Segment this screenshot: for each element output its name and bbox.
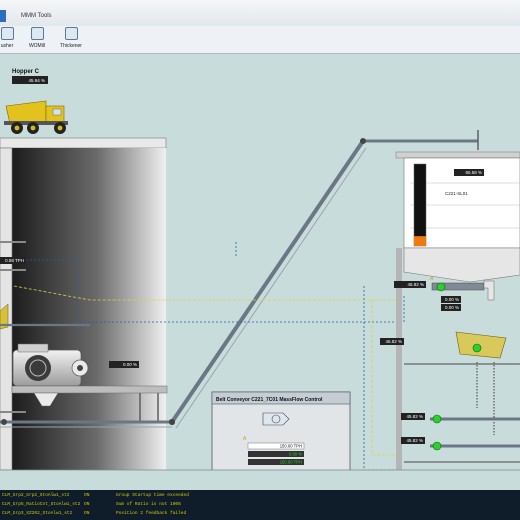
toolbar-button-label: WOMill — [28, 43, 46, 49]
crusher-machine-icon[interactable] — [12, 343, 89, 387]
alarm-list: CLM_Grp2_Grp2_StoAlw1_st2 ON Group Start… — [0, 490, 520, 520]
toolbar-button-label: Thickener — [60, 43, 82, 49]
screen-value3: 0.00 % — [445, 305, 459, 310]
mill-icon — [30, 27, 44, 40]
hopper-label: Hopper C — [12, 69, 40, 75]
crusher-value: 0.00 % — [123, 362, 137, 367]
crusher-icon — [0, 27, 14, 40]
left-level-value: 0.58 TPH — [5, 258, 24, 263]
bin-label: C221-SL01 — [445, 191, 468, 196]
output-value: 150.00 TPH — [280, 460, 302, 465]
alarm-state: ON — [84, 511, 90, 516]
panel-title: Belt Conveyor C221_7C01 MassFlow Control — [216, 397, 323, 403]
crusher-platform — [11, 385, 168, 394]
ground — [0, 470, 520, 490]
alarm-tag: CLM_Grp3_XZ202_StoAlw1_st2 — [2, 511, 73, 516]
process-canvas: Hopper C 45.94 % 0.58 TPH 0.00 % 65.58 %… — [0, 53, 520, 490]
thickener-icon — [64, 27, 78, 40]
alarm-tag: CLM_Grp2_Grp2_StoAlw1_st2 — [2, 493, 70, 498]
alarm-state: ON — [84, 493, 90, 498]
toolbar-button-crusher[interactable]: usher — [0, 27, 18, 51]
actual-value: 0.00 % — [289, 452, 302, 457]
bin-value: 65.58 % — [465, 170, 482, 175]
toolbar-button-womill[interactable]: WOMill — [26, 27, 48, 51]
title-bar: MMM Tools — [0, 0, 520, 27]
right-value1: 45.82 % — [385, 339, 402, 344]
toolbar-button-thickener[interactable]: Thickener — [58, 27, 84, 51]
massflow-control-panel[interactable]: Belt Conveyor C221_7C01 MassFlow Control… — [211, 391, 351, 475]
setpoint-value: 150.00 TPH — [280, 444, 302, 449]
right-value3: 45.82 % — [406, 438, 423, 443]
screen-value2: 0.00 % — [445, 297, 459, 302]
right-conveyor-upper[interactable] — [430, 414, 520, 424]
screen-value1: 45.82 % — [407, 282, 424, 287]
toolbar-button-label: usher — [0, 43, 14, 49]
roof-slab — [0, 137, 167, 149]
mode-a-indicator: A — [430, 276, 434, 282]
bin-level-gauge — [413, 163, 427, 247]
window-title: MMM Tools — [21, 13, 52, 19]
alarm-message: Position 2 feedback failed — [116, 511, 187, 516]
hopper-value: 45.94 % — [28, 78, 45, 83]
right-conveyor-lower[interactable] — [430, 441, 520, 451]
alarm-state: ON — [84, 502, 90, 507]
right-value2: 45.82 % — [406, 414, 423, 419]
alarm-tag: CLM_Grp5_RatioCnt_StoAlw1_st2 — [2, 502, 81, 507]
dump-truck-icon[interactable] — [4, 100, 68, 134]
bin-level-fill — [414, 236, 426, 246]
motor-icon — [271, 414, 281, 424]
menu-tab-icon[interactable] — [0, 10, 6, 22]
alarm-message: Sum of Ratio is not 100% — [116, 502, 181, 507]
alarm-message: Group Startup time exceeded — [116, 493, 189, 498]
